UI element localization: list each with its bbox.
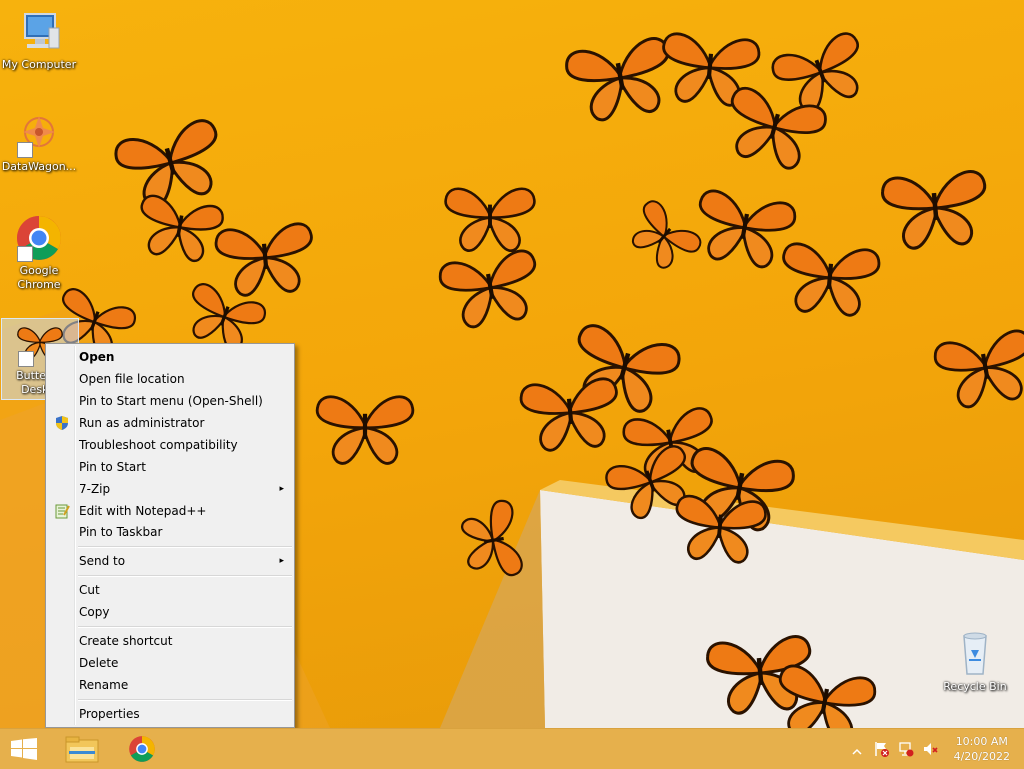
- taskbar-clock[interactable]: 10:00 AM 4/20/2022: [954, 734, 1010, 764]
- menu-item-7-zip[interactable]: 7-Zip ▸: [48, 478, 292, 500]
- menu-item-pin-to-taskbar[interactable]: Pin to Taskbar: [48, 521, 292, 543]
- menu-item-label: Copy: [79, 605, 110, 619]
- volume-muted-icon[interactable]: [922, 741, 938, 757]
- menu-item-send-to[interactable]: Send to ▸: [48, 550, 292, 572]
- taskbar-file-explorer[interactable]: [56, 729, 112, 769]
- menu-item-copy[interactable]: Copy: [48, 601, 292, 623]
- menu-separator: [78, 546, 292, 548]
- notepad-icon: [54, 503, 70, 519]
- chrome-icon: [15, 214, 63, 262]
- menu-item-label: Properties: [79, 707, 140, 721]
- menu-item-pin-to-start-menu-open-shell[interactable]: Pin to Start menu (Open-Shell): [48, 390, 292, 412]
- menu-item-label: Rename: [79, 678, 129, 692]
- menu-item-label: Troubleshoot compatibility: [79, 438, 238, 452]
- shortcut-arrow-icon: [17, 246, 33, 262]
- show-hidden-icons-chevron-icon[interactable]: [851, 743, 867, 759]
- clock-date: 4/20/2022: [953, 750, 1010, 763]
- taskbar-chrome[interactable]: [116, 729, 172, 769]
- desktop-icon-label: Google Chrome: [17, 264, 61, 291]
- menu-item-edit-with-notepad-plus-plus[interactable]: Edit with Notepad++: [48, 500, 292, 522]
- menu-item-label: Edit with Notepad++: [79, 504, 207, 518]
- submenu-arrow-icon: ▸: [279, 484, 284, 494]
- menu-item-label: Run as administrator: [79, 416, 205, 430]
- desktop-icon-label: DataWagon...: [1, 160, 77, 173]
- menu-item-label: 7-Zip: [79, 482, 111, 496]
- menu-separator: [78, 575, 292, 577]
- desktop-icon-label: Recycle Bin: [943, 680, 1007, 693]
- context-menu: Open Open file location Pin to Start men…: [45, 343, 295, 728]
- menu-item-rename[interactable]: Rename: [48, 674, 292, 696]
- menu-item-label: Pin to Taskbar: [79, 525, 163, 539]
- menu-item-properties[interactable]: Properties: [48, 703, 292, 725]
- menu-item-open-file-location[interactable]: Open file location: [48, 368, 292, 390]
- network-icon[interactable]: [898, 741, 914, 757]
- desktop-icon-recycle-bin[interactable]: Recycle Bin: [937, 630, 1013, 694]
- desktop-icon-datawagon[interactable]: DataWagon...: [1, 110, 77, 174]
- menu-item-cut[interactable]: Cut: [48, 579, 292, 601]
- shortcut-arrow-icon: [18, 351, 34, 367]
- taskbar: 10:00 AM 4/20/2022: [0, 728, 1024, 769]
- shortcut-arrow-icon: [17, 142, 33, 158]
- menu-item-create-shortcut[interactable]: Create shortcut: [48, 630, 292, 652]
- desktop-icon-google-chrome[interactable]: Google Chrome: [1, 214, 77, 292]
- windows-logo-icon: [11, 738, 37, 764]
- menu-item-run-as-administrator[interactable]: Run as administrator: [48, 412, 292, 434]
- computer-icon: [15, 8, 63, 56]
- recycle-bin-icon: [951, 630, 999, 678]
- start-button[interactable]: [0, 729, 48, 769]
- menu-item-label: Open: [79, 350, 115, 364]
- chrome-icon: [128, 735, 156, 767]
- menu-item-label: Open file location: [79, 372, 185, 386]
- file-explorer-icon: [65, 735, 99, 767]
- menu-item-label: Send to: [79, 554, 126, 568]
- desktop-icon-label: My Computer: [1, 58, 77, 71]
- shield-icon: [54, 415, 70, 431]
- menu-item-pin-to-start[interactable]: Pin to Start: [48, 456, 292, 478]
- menu-item-troubleshoot-compatibility[interactable]: Troubleshoot compatibility: [48, 434, 292, 456]
- desktop-icon-my-computer[interactable]: My Computer: [1, 8, 77, 72]
- menu-item-label: Pin to Start: [79, 460, 146, 474]
- menu-separator: [78, 699, 292, 701]
- menu-item-delete[interactable]: Delete: [48, 652, 292, 674]
- menu-separator: [78, 626, 292, 628]
- menu-item-label: Delete: [79, 656, 119, 670]
- menu-item-label: Cut: [79, 583, 100, 597]
- action-center-flag-icon[interactable]: [873, 741, 889, 757]
- menu-item-label: Pin to Start menu (Open-Shell): [79, 394, 263, 408]
- submenu-arrow-icon: ▸: [279, 556, 284, 566]
- menu-item-open[interactable]: Open: [48, 346, 292, 368]
- clock-time: 10:00 AM: [955, 735, 1008, 748]
- menu-item-label: Create shortcut: [79, 634, 173, 648]
- datawagon-icon: [15, 110, 63, 158]
